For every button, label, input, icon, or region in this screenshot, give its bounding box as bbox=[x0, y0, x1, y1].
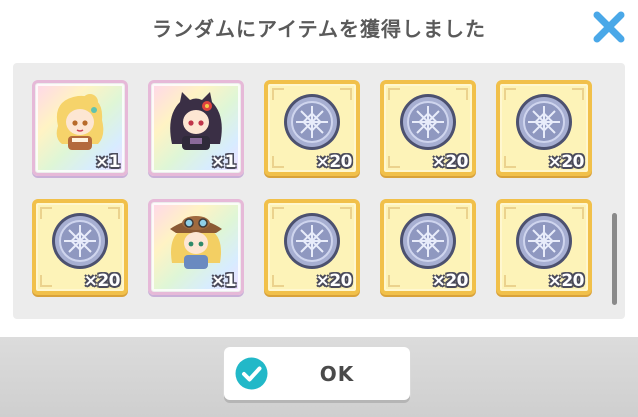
frame-corner bbox=[504, 156, 516, 168]
reward-item[interactable]: ×1 bbox=[148, 199, 244, 295]
silver-medal-coin-icon bbox=[513, 91, 575, 157]
reward-item[interactable]: ×20 bbox=[496, 80, 592, 176]
scrollbar[interactable] bbox=[612, 213, 617, 305]
reward-item[interactable]: ×20 bbox=[496, 199, 592, 295]
silver-medal-coin-icon bbox=[397, 91, 459, 157]
silver-medal-coin-icon bbox=[281, 210, 343, 276]
reward-grid: ×1 ×1 ×20 ×20 ×20 ×20 ×1 ×20 ×20 ×20 bbox=[32, 80, 592, 295]
reward-item[interactable]: ×20 bbox=[32, 199, 128, 295]
reward-item[interactable]: ×1 bbox=[32, 80, 128, 176]
item-quantity: ×20 bbox=[431, 152, 469, 172]
frame-corner bbox=[40, 275, 52, 287]
ok-button[interactable]: OK bbox=[224, 347, 410, 400]
item-quantity: ×1 bbox=[210, 152, 237, 172]
silver-medal-coin-icon bbox=[513, 210, 575, 276]
frame-corner bbox=[388, 156, 400, 168]
reward-item[interactable]: ×20 bbox=[264, 80, 360, 176]
silver-medal-coin-icon bbox=[397, 210, 459, 276]
item-quantity: ×20 bbox=[83, 271, 121, 291]
reward-item[interactable]: ×20 bbox=[264, 199, 360, 295]
reward-item[interactable]: ×20 bbox=[380, 80, 476, 176]
frame-corner bbox=[272, 156, 284, 168]
reward-item[interactable]: ×1 bbox=[148, 80, 244, 176]
close-x-icon bbox=[593, 11, 625, 43]
item-quantity: ×1 bbox=[94, 152, 121, 172]
reward-item[interactable]: ×20 bbox=[380, 199, 476, 295]
silver-medal-coin-icon bbox=[49, 210, 111, 276]
item-quantity: ×1 bbox=[210, 271, 237, 291]
item-quantity: ×20 bbox=[315, 271, 353, 291]
frame-corner bbox=[272, 275, 284, 287]
item-quantity: ×20 bbox=[547, 271, 585, 291]
reward-panel: ×1 ×1 ×20 ×20 ×20 ×20 ×1 ×20 ×20 ×20 bbox=[13, 63, 625, 319]
item-quantity: ×20 bbox=[431, 271, 469, 291]
frame-corner bbox=[504, 275, 516, 287]
frame-corner bbox=[388, 275, 400, 287]
dialog-title: ランダムにアイテムを獲得しました bbox=[152, 16, 486, 41]
item-quantity: ×20 bbox=[315, 152, 353, 172]
close-button[interactable] bbox=[590, 8, 628, 46]
silver-medal-coin-icon bbox=[281, 91, 343, 157]
ok-label: OK bbox=[319, 361, 355, 386]
item-quantity: ×20 bbox=[547, 152, 585, 172]
